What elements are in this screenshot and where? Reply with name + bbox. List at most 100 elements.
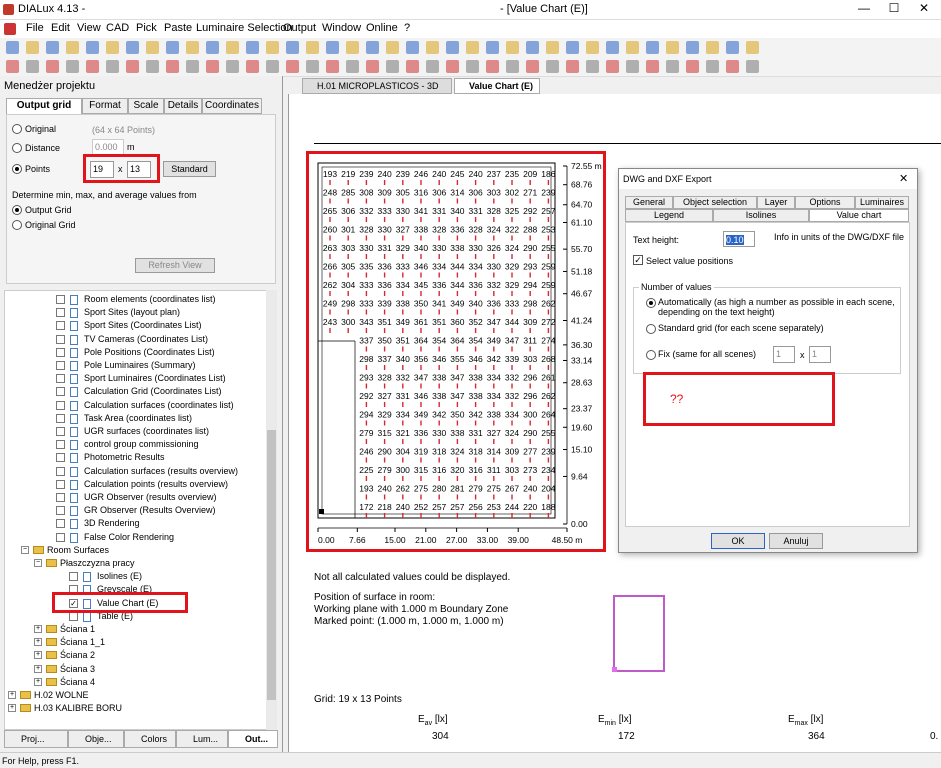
- toolbar-icon[interactable]: [266, 60, 279, 73]
- fix-x-input[interactable]: 1: [773, 346, 795, 363]
- toolbar-icon[interactable]: [706, 41, 719, 54]
- cancel-button[interactable]: Anuluj: [769, 533, 823, 549]
- toolbar-icon[interactable]: [546, 60, 559, 73]
- tree-item[interactable]: Sport Sites (layout plan): [84, 306, 180, 319]
- fix-y-input[interactable]: 1: [809, 346, 831, 363]
- menu-pick[interactable]: Pick: [136, 22, 157, 34]
- toolbar-icon[interactable]: [86, 60, 99, 73]
- toolbar-icon[interactable]: [526, 60, 539, 73]
- toolbar-icon[interactable]: [706, 60, 719, 73]
- tab-project[interactable]: Proj...: [4, 730, 68, 748]
- tree-item[interactable]: GR Observer (Results Overview): [84, 504, 216, 517]
- tree-checkbox[interactable]: [56, 532, 65, 542]
- tree-item[interactable]: H.02 WOLNE: [34, 689, 89, 702]
- toolbar-icon[interactable]: [246, 41, 259, 54]
- output-grid-radio[interactable]: [12, 205, 22, 215]
- toolbar-icon[interactable]: [106, 41, 119, 54]
- tree-checkbox[interactable]: [69, 611, 78, 621]
- scrollbar-thumb[interactable]: [267, 430, 276, 700]
- toolbar-icon[interactable]: [426, 41, 439, 54]
- toolbar-icon[interactable]: [206, 41, 219, 54]
- expand-icon[interactable]: −: [34, 559, 42, 567]
- toolbar-icon[interactable]: [666, 60, 679, 73]
- toolbar-icon[interactable]: [106, 60, 119, 73]
- tree-item[interactable]: control group commissioning: [84, 438, 199, 451]
- tree-checkbox[interactable]: [56, 321, 65, 331]
- maximize-icon[interactable]: ☐: [880, 1, 908, 15]
- tree-item[interactable]: Ściana 2: [60, 649, 95, 662]
- tree-checkbox[interactable]: [56, 308, 65, 318]
- toolbar-icon[interactable]: [86, 41, 99, 54]
- tree-item[interactable]: H.03 KALIBRE BORU: [34, 702, 122, 715]
- points-radio[interactable]: [12, 164, 22, 174]
- tree-item[interactable]: Płaszczyzna pracy: [60, 557, 135, 570]
- toolbar-icon[interactable]: [286, 41, 299, 54]
- toolbar-icon[interactable]: [306, 60, 319, 73]
- tree-item[interactable]: Calculation surfaces (results overview): [84, 465, 238, 478]
- auto-radio[interactable]: [646, 298, 656, 308]
- menu-output[interactable]: Output: [283, 22, 316, 34]
- toolbar-icon[interactable]: [186, 41, 199, 54]
- toolbar-icon[interactable]: [66, 41, 79, 54]
- toolbar-icon[interactable]: [286, 60, 299, 73]
- tree-item[interactable]: Photometric Results: [84, 451, 165, 464]
- tab-luminaires[interactable]: Lum...: [176, 730, 228, 748]
- tree-item[interactable]: Pole Positions (Coordinates List): [84, 346, 215, 359]
- toolbar-icon[interactable]: [166, 60, 179, 73]
- tree-item[interactable]: False Color Rendering: [84, 531, 174, 544]
- tree-item[interactable]: TV Cameras (Coordinates List): [84, 333, 208, 346]
- tree-item[interactable]: Room elements (coordinates list): [84, 293, 216, 306]
- tree-item[interactable]: Ściana 1_1: [60, 636, 105, 649]
- tree-item[interactable]: 3D Rendering: [84, 517, 140, 530]
- fix-radio[interactable]: [646, 350, 656, 360]
- toolbar-icon[interactable]: [266, 41, 279, 54]
- tree-checkbox[interactable]: [56, 479, 65, 489]
- dialog-close-icon[interactable]: ✕: [899, 172, 908, 185]
- toolbar-icon[interactable]: [426, 60, 439, 73]
- toolbar-icon[interactable]: [726, 60, 739, 73]
- toolbar-icon[interactable]: [506, 41, 519, 54]
- tree-scrollbar[interactable]: [266, 290, 277, 730]
- toolbar-icon[interactable]: [46, 41, 59, 54]
- dialog-tab-layer[interactable]: Layer: [757, 196, 795, 209]
- toolbar-icon[interactable]: [466, 60, 479, 73]
- menu-edit[interactable]: Edit: [51, 22, 70, 34]
- tree-item[interactable]: Room Surfaces: [47, 544, 109, 557]
- toolbar-icon[interactable]: [746, 60, 759, 73]
- toolbar-icon[interactable]: [626, 41, 639, 54]
- toolbar-icon[interactable]: [486, 60, 499, 73]
- toolbar-icon[interactable]: [686, 60, 699, 73]
- toolbar-icon[interactable]: [646, 41, 659, 54]
- tree-item[interactable]: Isolines (E): [97, 570, 142, 583]
- toolbar-icon[interactable]: [206, 60, 219, 73]
- dialog-tab-object-selection[interactable]: Object selection: [673, 196, 757, 209]
- toolbar-icon[interactable]: [366, 60, 379, 73]
- tree-item[interactable]: Ściana 3: [60, 663, 95, 676]
- minimize-icon[interactable]: —: [850, 1, 878, 15]
- toolbar-icon[interactable]: [546, 41, 559, 54]
- toolbar-icon[interactable]: [486, 41, 499, 54]
- toolbar-icon[interactable]: [326, 60, 339, 73]
- tab-coordinates[interactable]: Coordinates: [202, 98, 262, 114]
- tab-output-grid[interactable]: Output grid: [6, 98, 82, 114]
- toolbar-icon[interactable]: [606, 41, 619, 54]
- tree-item[interactable]: Sport Luminaires (Coordinates List): [84, 372, 226, 385]
- tree-checkbox[interactable]: [56, 427, 65, 436]
- toolbar-icon[interactable]: [306, 41, 319, 54]
- toolbar-icon[interactable]: [686, 41, 699, 54]
- standard-button[interactable]: Standard: [163, 161, 216, 177]
- toolbar-icon[interactable]: [146, 60, 159, 73]
- menu-online[interactable]: Online: [366, 22, 398, 34]
- tree-checkbox[interactable]: [69, 572, 78, 582]
- expand-icon[interactable]: +: [34, 664, 42, 673]
- toolbar-icon[interactable]: [226, 41, 239, 54]
- dialog-tab-isolines[interactable]: Isolines: [713, 209, 809, 222]
- toolbar-icon[interactable]: [346, 60, 359, 73]
- toolbar-icon[interactable]: [146, 41, 159, 54]
- toolbar-icon[interactable]: [526, 41, 539, 54]
- toolbar-icon[interactable]: [406, 60, 419, 73]
- toolbar-icon[interactable]: [606, 60, 619, 73]
- tree-checkbox[interactable]: [56, 413, 65, 423]
- tree-checkbox[interactable]: [56, 361, 65, 370]
- toolbar-icon[interactable]: [126, 41, 139, 54]
